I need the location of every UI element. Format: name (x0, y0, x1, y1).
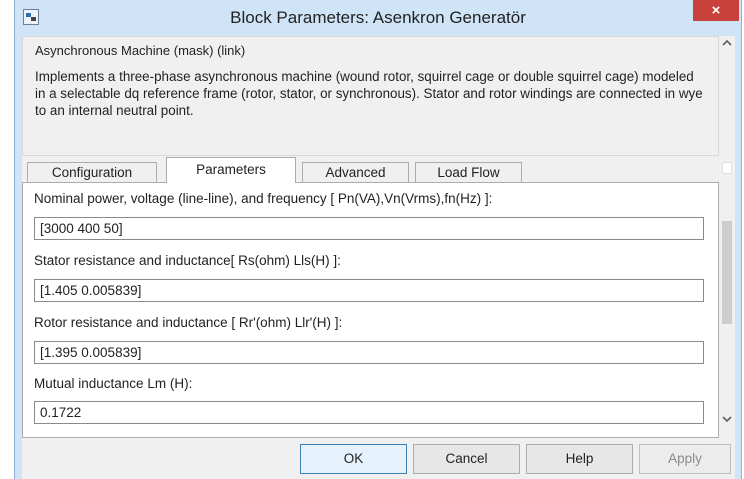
scrollbar-thumb[interactable] (722, 221, 732, 324)
window-title: Block Parameters: Asenkron Generatör (230, 8, 526, 27)
tab-configuration[interactable]: Configuration (27, 162, 157, 182)
nominal-values-label: Nominal power, voltage (line-line), and … (34, 191, 493, 206)
stator-params-label: Stator resistance and inductance[ Rs(ohm… (34, 253, 341, 268)
tab-advanced[interactable]: Advanced (302, 162, 409, 182)
title-bar[interactable]: Block Parameters: Asenkron Generatör × (15, 0, 741, 36)
chevron-down-icon[interactable] (719, 414, 735, 430)
parameters-panel: Nominal power, voltage (line-line), and … (22, 182, 719, 438)
chevron-up-icon[interactable] (719, 38, 735, 54)
dialog-client: Asynchronous Machine (mask) (link) Imple… (22, 36, 735, 479)
close-icon[interactable]: × (693, 0, 739, 21)
nominal-values-field[interactable]: [3000 400 50] (34, 217, 704, 240)
mask-description: Implements a three-phase asynchronous ma… (35, 69, 703, 118)
tab-load-flow[interactable]: Load Flow (415, 162, 522, 182)
mask-title: Asynchronous Machine (mask) (link) (35, 43, 246, 58)
scrollbar-marker (722, 162, 732, 174)
help-button[interactable]: Help (526, 444, 633, 474)
cancel-button[interactable]: Cancel (413, 444, 520, 474)
tab-parameters[interactable]: Parameters (166, 157, 296, 183)
mutual-inductance-label: Mutual inductance Lm (H): (34, 376, 193, 391)
rotor-params-field[interactable]: [1.395 0.005839] (34, 341, 704, 364)
mask-description-frame: Asynchronous Machine (mask) (link) Imple… (22, 36, 719, 156)
stator-params-field[interactable]: [1.405 0.005839] (34, 279, 704, 302)
vertical-scrollbar[interactable] (719, 36, 735, 479)
apply-button[interactable]: Apply (639, 444, 731, 474)
rotor-params-label: Rotor resistance and inductance [ Rr'(oh… (34, 315, 343, 330)
ok-button[interactable]: OK (300, 444, 407, 474)
mutual-inductance-field[interactable]: 0.1722 (34, 401, 704, 424)
tab-strip: Configuration Parameters Advanced Load F… (22, 156, 719, 183)
dialog-window: Block Parameters: Asenkron Generatör × A… (14, 0, 742, 479)
